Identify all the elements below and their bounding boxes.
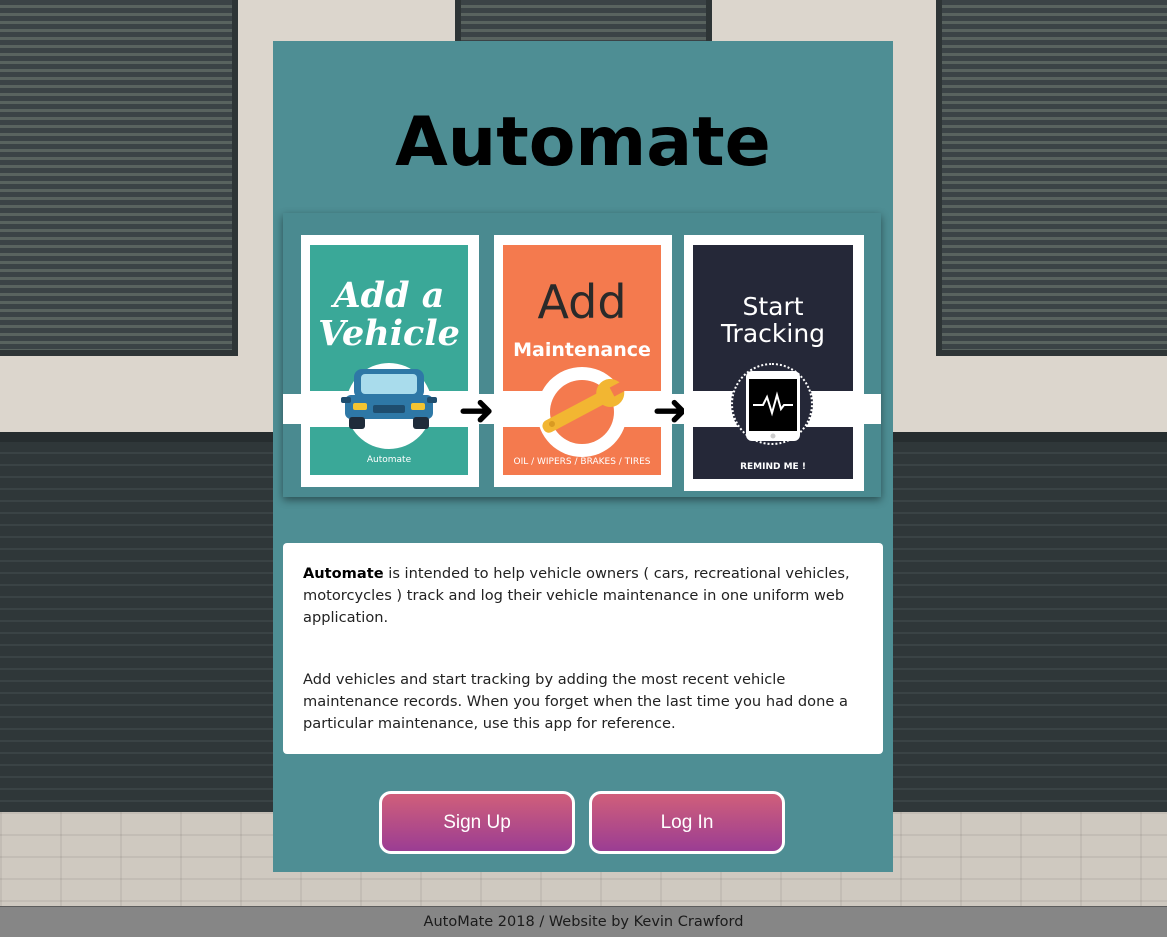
description-box: Automate is intended to help vehicle own… bbox=[283, 543, 883, 754]
hero-banner: Add a Vehicle Automate ➜ Add Maintenance… bbox=[283, 213, 881, 497]
step-start-tracking: Start Tracking REMIND ME ! bbox=[684, 235, 864, 491]
car-icon bbox=[341, 369, 437, 429]
garage-door-left bbox=[0, 432, 273, 837]
step-add-vehicle-caption: Automate bbox=[366, 455, 412, 465]
step-start-tracking-caption: REMIND ME ! bbox=[740, 462, 806, 472]
page-footer: AutoMate 2018 / Website by Kevin Crawfor… bbox=[0, 906, 1167, 937]
window-shutter-right bbox=[936, 0, 1167, 356]
step-add-maintenance-subheading: Maintenance bbox=[513, 339, 651, 361]
sign-up-button[interactable]: Sign Up bbox=[379, 791, 575, 854]
step-add-maintenance-card: Add Maintenance OIL / WIPERS / BRAKES / … bbox=[503, 245, 661, 475]
garage-door-right bbox=[893, 432, 1167, 837]
step-add-maintenance: Add Maintenance OIL / WIPERS / BRAKES / … bbox=[494, 235, 672, 487]
step-add-maintenance-heading: Add bbox=[537, 275, 627, 329]
description-paragraph-2: Add vehicles and start tracking by addin… bbox=[303, 671, 848, 732]
step-add-maintenance-caption: OIL / WIPERS / BRAKES / TIRES bbox=[513, 457, 651, 467]
step-add-vehicle-card: Add a Vehicle Automate bbox=[310, 245, 468, 475]
step-start-tracking-heading: Start Tracking bbox=[720, 292, 826, 348]
wrench-icon bbox=[542, 378, 629, 433]
log-in-button[interactable]: Log In bbox=[589, 791, 785, 854]
step-add-vehicle: Add a Vehicle Automate bbox=[301, 235, 479, 487]
description-paragraph-1: Automate is intended to help vehicle own… bbox=[303, 565, 850, 626]
step-start-tracking-card: Start Tracking REMIND ME ! bbox=[693, 245, 853, 479]
step-add-vehicle-heading: Add a Vehicle bbox=[318, 275, 460, 354]
window-shutter-left bbox=[0, 0, 238, 356]
phone-heartbeat-icon bbox=[746, 371, 800, 441]
arrow-right-icon: ➜ bbox=[458, 385, 495, 436]
app-title: Automate bbox=[395, 103, 771, 182]
brand-name: Automate bbox=[303, 565, 384, 582]
main-card: Automate Add a Vehicle Automate ➜ Add Ma… bbox=[273, 41, 893, 872]
